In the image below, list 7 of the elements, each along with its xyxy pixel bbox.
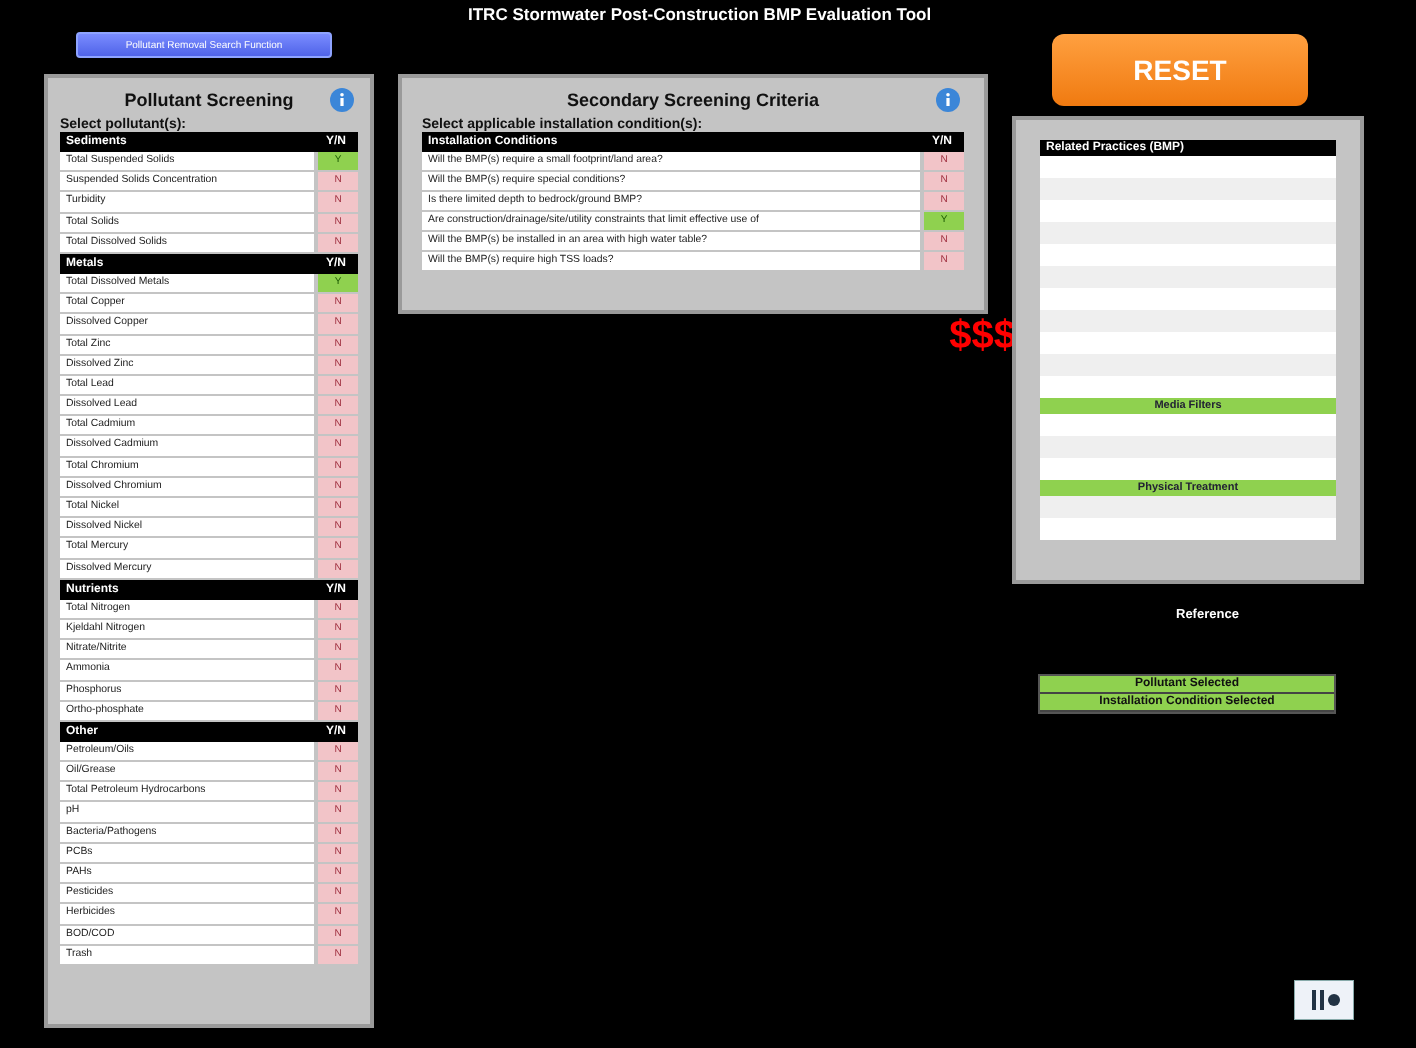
logo-icon xyxy=(1294,980,1354,1020)
panel-title: Pollutant Screening xyxy=(124,90,294,110)
window-title: ITRC Stormwater Post-Construction BMP Evaluation Tool xyxy=(468,4,932,24)
info-icon[interactable] xyxy=(936,88,960,112)
info-icon[interactable] xyxy=(330,88,354,112)
panel-title: Secondary Screening Criteria xyxy=(566,90,820,110)
cost-label: $$$ xyxy=(949,314,1016,360)
